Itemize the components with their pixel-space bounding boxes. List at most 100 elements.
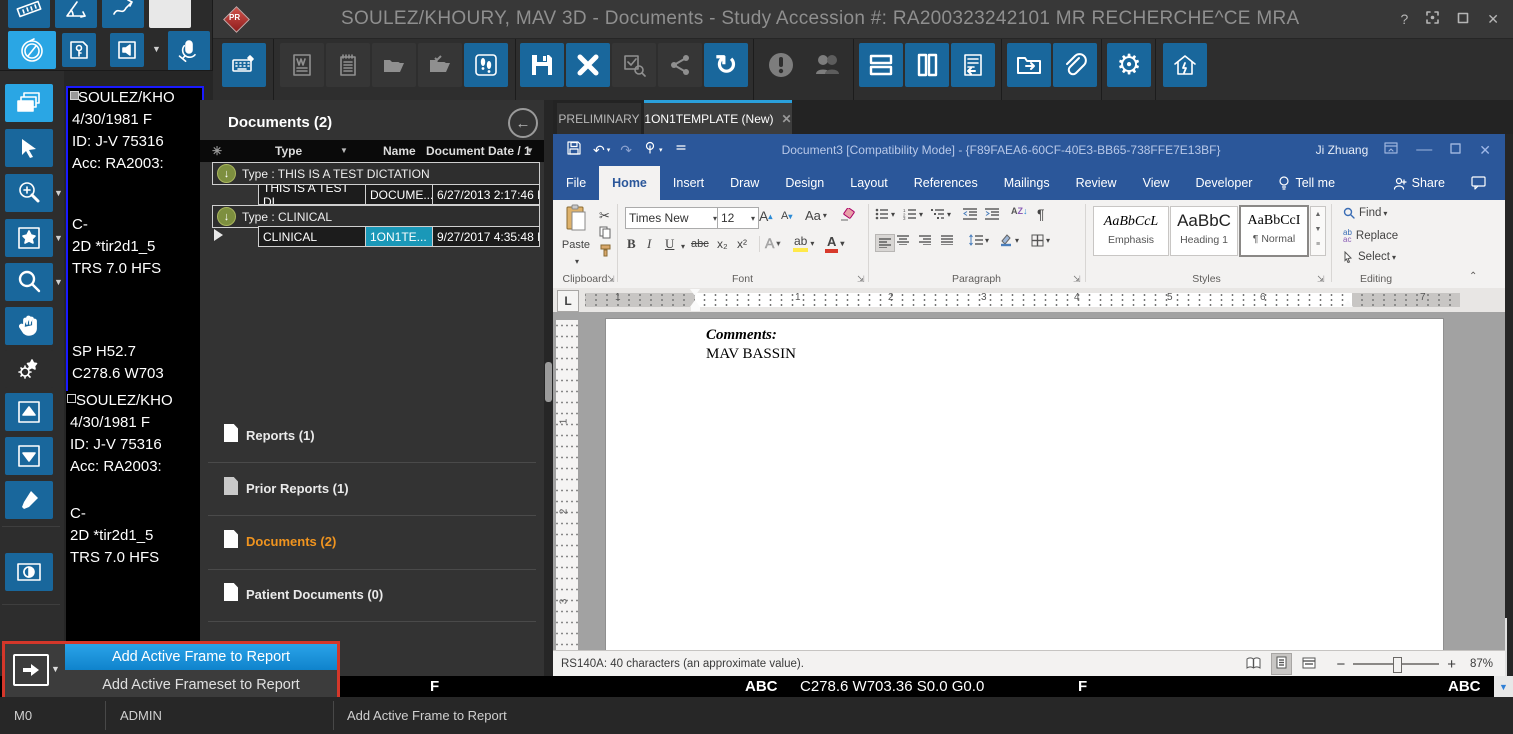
styles-dialog-launcher-icon[interactable]: ⇲	[1317, 274, 1325, 285]
borders-icon[interactable]: ▾	[1031, 234, 1050, 247]
document-page[interactable]: Comments: MAV BASSIN	[605, 318, 1444, 650]
tab-preliminary[interactable]: PRELIMINARY	[557, 103, 641, 134]
sidebar-item-documents-active[interactable]: Documents (2)	[246, 534, 336, 549]
change-case-icon[interactable]: Aa ▾	[805, 208, 827, 223]
window-level-caret-icon[interactable]: ▼	[54, 233, 63, 243]
clear-formatting-icon[interactable]	[839, 208, 855, 222]
horizontal-ruler[interactable]: L 1 1 2 3 4 5 6 7	[553, 288, 1505, 312]
underline-caret-icon[interactable]: ▾	[681, 242, 685, 251]
fullscreen-icon[interactable]	[1426, 11, 1440, 27]
export-frame-caret-icon[interactable]: ▼	[51, 664, 60, 674]
column-date[interactable]: Document Date / 1	[426, 144, 531, 158]
audio-note-caret-icon[interactable]: ▼	[152, 44, 161, 54]
tab-developer[interactable]: Developer	[1182, 166, 1265, 200]
tab-stop-selector[interactable]: L	[557, 290, 579, 312]
subscript-button[interactable]: x₂	[717, 237, 728, 251]
zoom-caret-icon[interactable]: ▼	[54, 277, 63, 287]
tab-layout[interactable]: Layout	[837, 166, 901, 200]
paragraph-dialog-launcher-icon[interactable]: ⇲	[1073, 274, 1081, 285]
verify-button[interactable]	[612, 43, 656, 87]
alert-icon[interactable]	[759, 43, 803, 87]
partial-tool-icon[interactable]	[149, 0, 191, 28]
tab-draw[interactable]: Draw	[717, 166, 772, 200]
tab-file[interactable]: File	[553, 166, 599, 200]
touch-mode-caret-icon[interactable]: ▾	[659, 146, 663, 154]
ribbon-display-options-icon[interactable]	[1384, 141, 1398, 159]
comments-icon[interactable]	[1458, 166, 1499, 200]
zoom-slider[interactable]	[1353, 657, 1440, 673]
line-spacing-icon[interactable]: ▾	[969, 234, 989, 246]
documents-table-header[interactable]: ✳ Type ▼ Name Document Date / 1 ▼	[200, 140, 544, 162]
menu-item-add-active-frameset[interactable]: Add Active Frameset to Report	[65, 672, 337, 698]
export-folder-button[interactable]	[1007, 43, 1051, 87]
frame-marker[interactable]	[67, 394, 76, 403]
sign-off-footprints-button[interactable]	[464, 43, 508, 87]
hanging-indent-marker[interactable]	[690, 300, 700, 307]
angle-tool-icon[interactable]	[55, 0, 97, 28]
qat-customize-icon[interactable]	[675, 141, 687, 159]
image-viewport-active[interactable]: SOULEZ/KHO 4/30/1981 F ID: J-V 75316 Acc…	[66, 86, 204, 393]
tab-close-icon[interactable]: ✕	[782, 112, 792, 126]
export-frame-icon[interactable]	[13, 654, 49, 686]
styles-gallery-scroll[interactable]: ▲ ▼ ≡	[1310, 206, 1326, 256]
magnify-caret-icon[interactable]: ▼	[54, 188, 63, 198]
find-button[interactable]: Find ▾	[1343, 207, 1387, 219]
increase-indent-icon[interactable]	[985, 208, 999, 220]
tab-design[interactable]: Design	[772, 166, 837, 200]
font-name-combo[interactable]: Times New ▾	[625, 207, 721, 229]
justify-button[interactable]	[941, 235, 953, 245]
word-minimize-icon[interactable]: —	[1416, 141, 1432, 159]
show-paragraph-marks-icon[interactable]: ¶	[1037, 206, 1045, 222]
image-viewport-second[interactable]: SOULEZ/KHO 4/30/1981 F ID: J-V 75316 Acc…	[66, 391, 202, 655]
group-row-clinical[interactable]: ↓ Type : CLINICAL	[212, 205, 540, 228]
right-indent-marker[interactable]	[1343, 300, 1353, 307]
group-collapse-icon[interactable]: ↓	[217, 207, 236, 226]
numbered-list-icon[interactable]: 1 2 3 ▾	[903, 208, 923, 220]
bullet-list-icon[interactable]: ▾	[875, 208, 895, 220]
print-layout-icon[interactable]	[1271, 653, 1293, 675]
align-left-button-active[interactable]	[875, 234, 895, 252]
folder-check-button[interactable]	[418, 43, 462, 87]
font-dialog-launcher-icon[interactable]: ⇲	[857, 274, 865, 285]
magnify-preset-button[interactable]	[5, 174, 53, 212]
grow-font-icon[interactable]: A ▴	[759, 208, 772, 224]
timer-compass-icon[interactable]	[8, 31, 56, 69]
ruler-tool-icon[interactable]	[8, 0, 50, 28]
highlight-color-button[interactable]: ab ▾	[793, 234, 814, 252]
first-line-indent-marker[interactable]	[690, 289, 700, 296]
type-sort-caret-icon[interactable]: ▼	[340, 146, 348, 155]
freehand-tool-icon[interactable]	[102, 0, 144, 28]
cut-icon[interactable]: ✂	[599, 208, 610, 224]
filter-column-icon[interactable]: ✳	[212, 144, 222, 158]
multilevel-list-icon[interactable]: ▾	[931, 208, 951, 220]
tab-review[interactable]: Review	[1063, 166, 1130, 200]
column-name[interactable]: Name	[383, 144, 416, 158]
collapse-back-icon[interactable]: ←	[508, 108, 538, 138]
text-effects-icon[interactable]: A ▾	[765, 235, 781, 252]
document-canvas[interactable]: 1 2 3 Comments: MAV BASSIN	[553, 312, 1505, 650]
tab-1on1template-active[interactable]: 1ON1TEMPLATE (New) ✕	[644, 100, 792, 134]
sort-icon[interactable]: A Z ↓	[1011, 206, 1028, 216]
undo-icon[interactable]: ↶	[593, 142, 605, 159]
format-painter-icon[interactable]	[599, 244, 612, 257]
tab-home-active[interactable]: Home	[599, 166, 660, 200]
zoom-percent[interactable]: 87%	[1470, 658, 1493, 670]
copy-icon[interactable]	[599, 226, 611, 239]
tab-view[interactable]: View	[1130, 166, 1183, 200]
paste-button[interactable]: Paste ▾	[557, 204, 595, 266]
replace-button[interactable]: ab ac Replace	[1343, 228, 1398, 243]
shrink-font-icon[interactable]: A ▾	[781, 210, 792, 222]
layout-vertical-button[interactable]	[905, 43, 949, 87]
style-emphasis[interactable]: AaBbCcL Emphasis	[1093, 206, 1169, 256]
group-row-dictation[interactable]: ↓ Type : THIS IS A TEST DICTATION	[212, 162, 540, 185]
bold-button[interactable]: B	[627, 236, 636, 252]
zoom-in-icon[interactable]: +	[1447, 656, 1456, 673]
select-button[interactable]: Select ▾	[1343, 251, 1396, 263]
settings-gear-button[interactable]: ⚙	[1107, 43, 1151, 87]
close-icon[interactable]: ✕	[1487, 11, 1499, 28]
underline-button[interactable]: U	[665, 236, 674, 252]
undo-caret-icon[interactable]: ▾	[607, 146, 611, 154]
word-save-icon[interactable]	[567, 140, 581, 160]
key-image-icon[interactable]	[62, 33, 96, 67]
strip-dropdown-button[interactable]: ▼	[1494, 676, 1513, 697]
